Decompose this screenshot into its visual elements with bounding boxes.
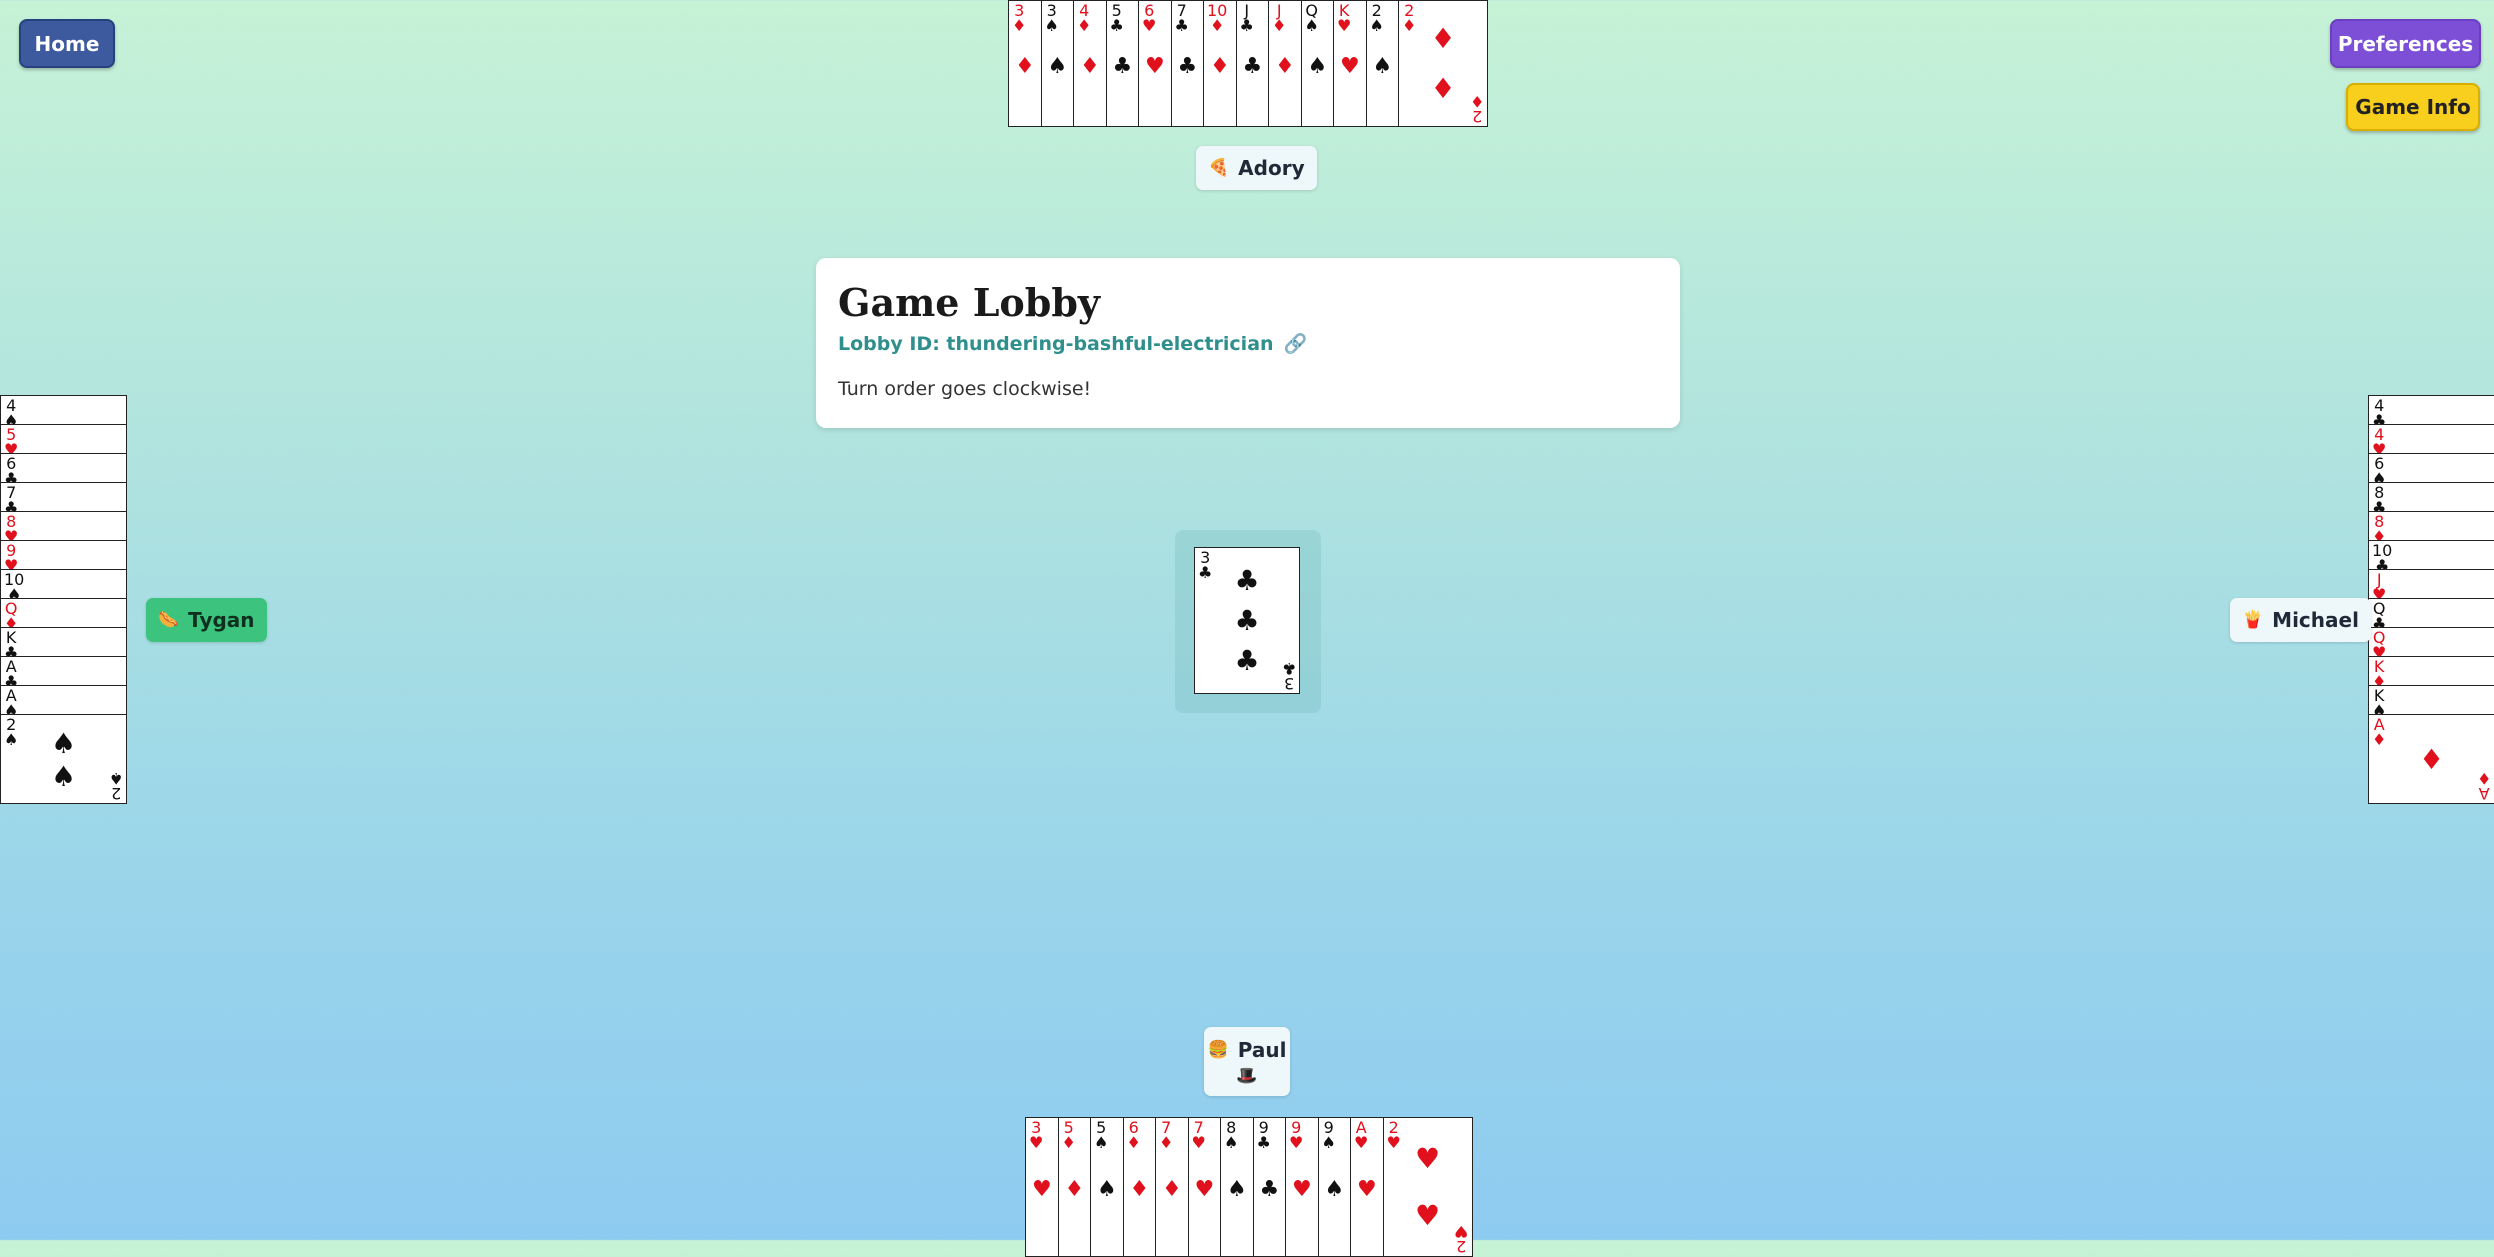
- card-index: 7 ♣: [1174, 1, 1189, 35]
- card-pips: ♣: [1259, 1176, 1280, 1202]
- card-pips: ♠ ♠: [50, 727, 77, 793]
- card-index: 3 ♣: [1281, 659, 1296, 693]
- card-index: 2 ♦: [1469, 92, 1484, 126]
- card-pips: ♠: [1097, 1176, 1117, 1202]
- lobby-id-link[interactable]: Lobby ID: thundering-bashful-electrician…: [838, 332, 1308, 356]
- player-emoji: 🍟: [2242, 610, 2264, 630]
- card-index: J ♣: [1239, 1, 1254, 35]
- player-tag-tygan: 🌭 Tygan: [146, 598, 267, 642]
- card-pips: ♥: [1292, 1176, 1312, 1202]
- card-index: A ♦: [2476, 769, 2491, 803]
- card-index: 6 ♦: [1126, 1118, 1141, 1152]
- link-icon[interactable]: 🔗: [1284, 332, 1308, 355]
- card-index: 3 ♠: [1044, 1, 1059, 35]
- card-index: 9 ♠: [1321, 1118, 1336, 1152]
- preferences-button[interactable]: Preferences: [2330, 19, 2481, 68]
- playing-card: 2 ♦ ♦ ♦ 2 ♦: [1398, 0, 1488, 127]
- playing-card: A ♦ ♦ A ♦: [2368, 714, 2494, 804]
- card-pips: ♦: [1015, 54, 1035, 80]
- card-index: 7 ♥: [1191, 1118, 1206, 1152]
- player-tag-michael: 🍟 Michael: [2230, 598, 2371, 642]
- card-pips: ♠: [1372, 54, 1393, 80]
- card-pips: ♠: [1047, 54, 1068, 80]
- card-pips: ♥: [1357, 1176, 1377, 1202]
- playing-card: 2 ♠ ♠ ♠ 2 ♠: [0, 714, 127, 804]
- card-pips: ♦: [1275, 54, 1295, 80]
- card-pips: ♦: [1129, 1176, 1150, 1202]
- player-tag-paul: 🍔 Paul 🎩: [1204, 1027, 1290, 1096]
- game-info-button[interactable]: Game Info: [2346, 83, 2480, 131]
- card-index: 2 ♥: [1454, 1222, 1469, 1256]
- card-index: 5 ♠: [1094, 1118, 1109, 1152]
- card-pips: ♦: [1210, 54, 1230, 80]
- card-pips: ♣: [1112, 54, 1133, 80]
- playing-card[interactable]: 2 ♥ ♥ ♥ 2 ♥: [1382, 1117, 1473, 1257]
- card-pips: ♠: [1324, 1176, 1345, 1202]
- card-pips: ♦: [1162, 1176, 1182, 1202]
- card-pips: ♣: [1242, 54, 1263, 80]
- player-emoji: 🍔: [1207, 1039, 1229, 1060]
- player-emoji: 🍕: [1208, 158, 1230, 178]
- card-index: 5 ♦: [1061, 1118, 1076, 1152]
- playing-card: 3 ♣ ♣ ♣ ♣ 3 ♣: [1194, 547, 1300, 694]
- card-pips: ♠: [1307, 54, 1328, 80]
- card-pips: ♦: [2418, 742, 2445, 776]
- lobby-id-text: Lobby ID: thundering-bashful-electrician: [838, 332, 1274, 355]
- card-index: 6 ♥: [1142, 1, 1157, 35]
- card-index: 5 ♣: [1109, 1, 1124, 35]
- card-pips: ♥: [1194, 1176, 1215, 1202]
- home-button[interactable]: Home: [19, 19, 115, 68]
- card-pips: ♥: [1032, 1176, 1052, 1202]
- card-index: 2 ♠: [1369, 1, 1384, 35]
- card-index: 3 ♦: [1012, 1, 1027, 35]
- player-name: Adory: [1238, 156, 1305, 180]
- player-emoji: 🌭: [158, 610, 180, 630]
- player-name: Tygan: [188, 608, 255, 632]
- card-pips: ♥: [1340, 54, 1360, 80]
- card-index: K ♥: [1337, 1, 1352, 35]
- card-pips: ♥: [1145, 54, 1165, 80]
- card-index: 9 ♣: [1256, 1118, 1271, 1152]
- discard-pile: 3 ♣ ♣ ♣ ♣ 3 ♣: [1175, 530, 1321, 713]
- player-name: Paul: [1237, 1037, 1287, 1062]
- page-title: Game Lobby: [838, 280, 1100, 325]
- card-index: A ♥: [1354, 1118, 1369, 1152]
- turn-order-note: Turn order goes clockwise!: [838, 378, 1092, 400]
- card-index: Q ♠: [1304, 1, 1319, 35]
- card-pips: ♦: [1080, 54, 1100, 80]
- card-pips: ♣: [1177, 54, 1198, 80]
- player-tag-adory: 🍕 Adory: [1196, 146, 1317, 190]
- card-index: 2 ♠: [108, 769, 123, 803]
- card-index: 9 ♥: [1289, 1118, 1304, 1152]
- card-index: 8 ♠: [1224, 1118, 1239, 1152]
- card-index: 10 ♦: [1207, 1, 1228, 35]
- top-hat-icon: 🎩: [1236, 1065, 1258, 1086]
- card-pips: ♠: [1227, 1176, 1247, 1202]
- lobby-panel: Game Lobby Lobby ID: thundering-bashful-…: [816, 258, 1680, 428]
- card-index: 7 ♦: [1159, 1118, 1174, 1152]
- card-index: 3 ♥: [1029, 1118, 1044, 1152]
- player-name: Michael: [2272, 608, 2359, 632]
- card-index: J ♦: [1272, 1, 1287, 35]
- card-pips: ♦: [1064, 1176, 1085, 1202]
- card-index: 4 ♦: [1077, 1, 1092, 35]
